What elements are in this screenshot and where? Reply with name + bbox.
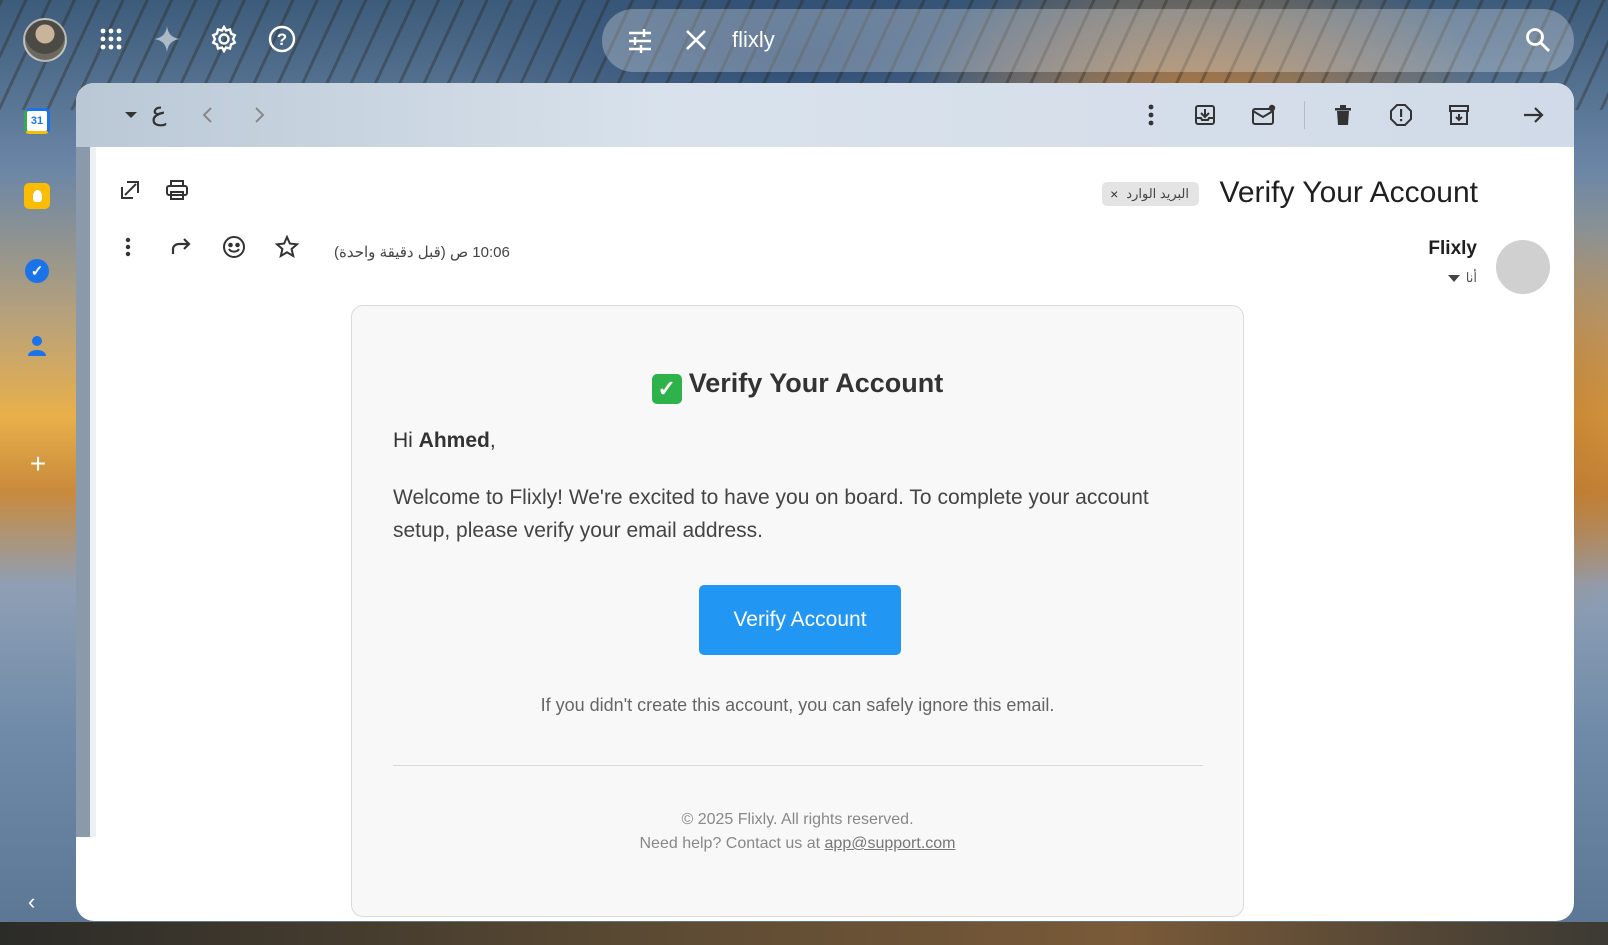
print-icon[interactable] [163, 176, 191, 204]
settings-gear-icon[interactable] [207, 22, 241, 56]
sender-name[interactable]: Flixly [1428, 238, 1477, 260]
input-language-indicator[interactable]: ع [151, 97, 167, 127]
inbox-label-chip[interactable]: البريد الوارد × [1102, 182, 1199, 206]
search-input[interactable]: flixly [732, 27, 775, 53]
input-tools-dropdown-icon[interactable] [116, 100, 146, 130]
sender-avatar[interactable] [1496, 240, 1550, 294]
recipient-label: أنا [1465, 270, 1477, 285]
footer-copyright: © 2025 Flixly. All rights reserved. [681, 811, 914, 828]
footer-help-prefix: Need help? Contact us at [639, 835, 825, 852]
toolbar-divider [1304, 101, 1305, 129]
greeting: Hi Ahmed, [393, 429, 496, 453]
received-time: 10:06 ص (قبل دقيقة واحدة) [334, 244, 510, 261]
more-options-icon[interactable] [1136, 100, 1166, 130]
greeting-suffix: , [489, 429, 496, 452]
message-toolbar: ع [76, 83, 1574, 147]
account-avatar[interactable] [23, 18, 67, 62]
calendar-icon[interactable]: 31 [24, 108, 50, 134]
checkmark-icon: ✓ [651, 374, 682, 404]
forward-icon[interactable] [167, 233, 195, 261]
help-icon[interactable]: ? [265, 22, 299, 56]
gemini-sparkle-icon[interactable] [150, 22, 184, 56]
recipient-details[interactable]: أنا [1447, 270, 1477, 286]
email-subject: Verify Your Account [1219, 176, 1478, 209]
left-rail: 31 + ‹ [0, 0, 74, 945]
inbox-label-text: البريد الوارد [1126, 186, 1189, 201]
message-more-icon[interactable] [114, 233, 142, 261]
ignore-note: If you didn't create this account, you c… [540, 695, 1055, 715]
star-icon[interactable] [273, 233, 301, 261]
background-strip [0, 922, 1608, 945]
emoji-reaction-icon[interactable] [220, 233, 248, 261]
clear-search-icon[interactable] [682, 26, 710, 59]
support-email-link[interactable]: app@support.com [825, 835, 956, 852]
collapse-rail-icon[interactable]: ‹ [28, 891, 48, 913]
calendar-day: 31 [30, 115, 44, 127]
archive-icon[interactable] [1444, 100, 1474, 130]
report-spam-icon[interactable] [1386, 100, 1416, 130]
welcome-message: Welcome to Flixly! We're excited to have… [393, 486, 1149, 542]
greeting-name: Ahmed [418, 429, 490, 452]
svg-text:?: ? [277, 30, 287, 49]
mail-panel: ع البريد الوارد × Verify Your Account 10… [76, 83, 1574, 921]
remove-label-icon[interactable]: × [1110, 186, 1118, 202]
footer-help: Need help? Contact us at app@support.com [352, 835, 1243, 853]
add-app-icon[interactable]: + [26, 450, 50, 478]
apps-grid-icon[interactable] [94, 22, 128, 56]
email-body-card: ✓ Verify Your Account Hi Ahmed, Welcome t… [351, 305, 1244, 917]
open-new-window-icon[interactable] [116, 176, 144, 204]
footer-divider [393, 765, 1203, 766]
body-heading-text: Verify Your Account [688, 368, 944, 398]
delete-icon[interactable] [1328, 100, 1358, 130]
verify-account-button[interactable]: Verify Account [699, 585, 901, 655]
search-icon[interactable] [1524, 26, 1552, 59]
recipient-dropdown-icon[interactable] [1447, 274, 1460, 282]
newer-chevron-icon[interactable] [193, 100, 223, 130]
greeting-prefix: Hi [393, 429, 419, 452]
search-bar[interactable]: flixly [602, 9, 1574, 72]
keep-icon[interactable] [24, 183, 50, 209]
mark-unread-icon[interactable] [1249, 100, 1279, 130]
tasks-icon[interactable] [24, 258, 50, 284]
body-heading: ✓ Verify Your Account [352, 368, 1243, 404]
search-options-icon[interactable] [625, 26, 655, 61]
older-chevron-icon[interactable] [244, 100, 274, 130]
contacts-icon[interactable] [24, 333, 50, 359]
back-arrow-icon[interactable] [1518, 100, 1548, 130]
panel-edge [76, 147, 96, 837]
move-to-icon[interactable] [1190, 100, 1220, 130]
